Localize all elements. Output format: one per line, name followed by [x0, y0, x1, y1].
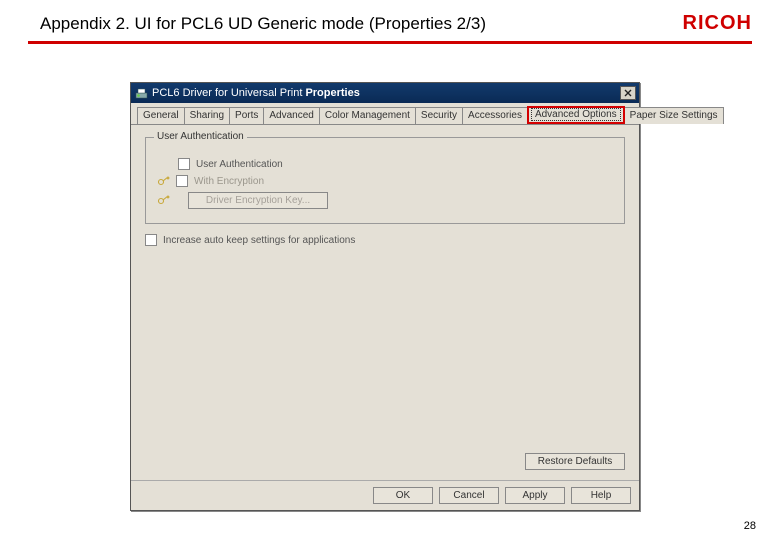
tab-advanced-options[interactable]: Advanced Options	[527, 106, 625, 124]
tab-paper-size-settings[interactable]: Paper Size Settings	[624, 107, 724, 124]
tab-security[interactable]: Security	[415, 107, 463, 124]
tab-color-management[interactable]: Color Management	[319, 107, 416, 124]
cancel-button[interactable]: Cancel	[439, 487, 499, 504]
key-icon	[156, 174, 170, 188]
brand-logo: RICOH	[683, 12, 752, 35]
page-number: 28	[744, 520, 756, 532]
dialog-footer: OK Cancel Apply Help	[131, 480, 639, 510]
tab-advanced[interactable]: Advanced	[263, 107, 319, 124]
printer-icon	[134, 86, 148, 100]
user-auth-checkbox[interactable]	[178, 158, 190, 170]
titlebar-text: PCL6 Driver for Universal Print Properti…	[152, 87, 620, 99]
apply-button[interactable]: Apply	[505, 487, 565, 504]
titlebar-prefix: PCL6 Driver for Universal Print	[152, 87, 305, 99]
close-icon[interactable]	[620, 86, 636, 100]
tab-sharing[interactable]: Sharing	[184, 107, 230, 124]
with-encryption-checkbox	[176, 175, 188, 187]
properties-dialog: PCL6 Driver for Universal Print Properti…	[130, 82, 640, 511]
user-auth-group-title: User Authentication	[154, 131, 247, 142]
key-icon	[156, 194, 170, 208]
tab-pane: User Authentication User Authentication …	[131, 125, 639, 480]
titlebar-bold: Properties	[305, 87, 359, 99]
tab-advanced-options-label: Advanced Options	[531, 108, 621, 121]
increase-auto-keep-checkbox[interactable]	[145, 234, 157, 246]
header-rule	[28, 41, 752, 44]
user-auth-group: User Authentication User Authentication …	[145, 137, 625, 224]
titlebar: PCL6 Driver for Universal Print Properti…	[131, 83, 639, 103]
tab-accessories[interactable]: Accessories	[462, 107, 528, 124]
ok-button[interactable]: OK	[373, 487, 433, 504]
with-encryption-label: With Encryption	[194, 176, 264, 187]
restore-defaults-button[interactable]: Restore Defaults	[525, 453, 625, 470]
increase-auto-keep-label: Increase auto keep settings for applicat…	[163, 235, 355, 246]
tab-general[interactable]: General	[137, 107, 185, 124]
tab-ports[interactable]: Ports	[229, 107, 264, 124]
driver-encryption-key-button: Driver Encryption Key...	[188, 192, 328, 209]
user-auth-label: User Authentication	[196, 159, 283, 170]
tabstrip: General Sharing Ports Advanced Color Man…	[131, 103, 639, 125]
help-button[interactable]: Help	[571, 487, 631, 504]
slide-title: Appendix 2. UI for PCL6 UD Generic mode …	[40, 14, 486, 34]
